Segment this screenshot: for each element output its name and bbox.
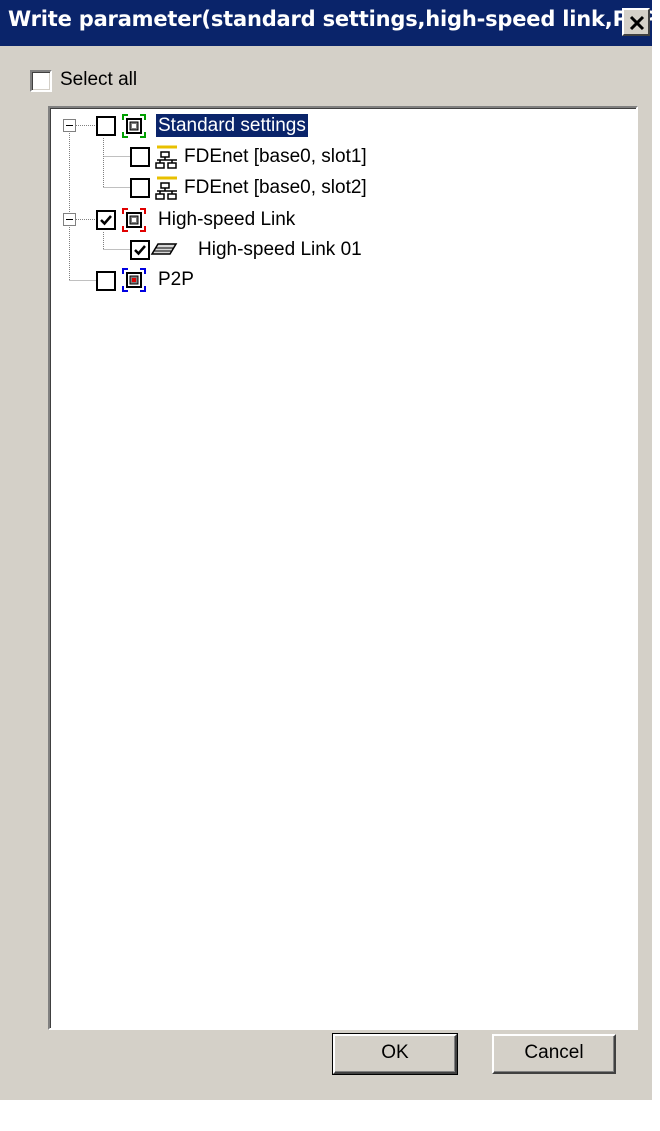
fdenet-slot2-checkbox[interactable] <box>130 178 150 198</box>
tree-node-high-speed-link[interactable]: High-speed Link <box>156 208 297 231</box>
cancel-button[interactable]: Cancel <box>492 1034 616 1074</box>
standard-settings-icon <box>122 114 146 138</box>
standard-settings-checkbox[interactable] <box>96 116 116 136</box>
tree-node-fdenet-slot2[interactable]: FDEnet [base0, slot2] <box>182 176 369 199</box>
collapse-standard-settings[interactable] <box>63 119 76 132</box>
window-title: Write parameter(standard settings,high-s… <box>8 7 652 31</box>
close-button[interactable] <box>622 8 650 36</box>
network-icon <box>155 145 177 169</box>
ok-button[interactable]: OK <box>332 1033 458 1075</box>
write-parameter-dialog: Write parameter(standard settings,high-s… <box>0 0 652 1100</box>
tree-node-high-speed-link-01[interactable]: High-speed Link 01 <box>196 238 364 261</box>
high-speed-link-checkbox[interactable] <box>96 210 116 230</box>
p2p-checkbox[interactable] <box>96 271 116 291</box>
link-icon <box>150 243 178 255</box>
close-icon <box>629 15 645 31</box>
collapse-high-speed-link[interactable] <box>63 213 76 226</box>
fdenet-slot1-checkbox[interactable] <box>130 147 150 167</box>
select-all-checkbox[interactable] <box>30 70 52 92</box>
high-speed-link-01-checkbox[interactable] <box>130 240 150 260</box>
checkmark-icon <box>100 215 112 226</box>
high-speed-link-group-icon <box>122 208 146 232</box>
title-bar[interactable]: Write parameter(standard settings,high-s… <box>0 0 652 46</box>
parameter-tree[interactable]: Standard settings FDEnet [base0, slot1] <box>48 106 638 1030</box>
network-icon <box>155 176 177 200</box>
tree-node-p2p[interactable]: P2P <box>156 268 196 291</box>
checkmark-icon <box>134 245 146 256</box>
select-all-label[interactable]: Select all <box>60 69 137 91</box>
p2p-icon <box>122 268 146 292</box>
tree-node-fdenet-slot1[interactable]: FDEnet [base0, slot1] <box>182 145 369 168</box>
tree-node-standard-settings[interactable]: Standard settings <box>155 113 309 138</box>
